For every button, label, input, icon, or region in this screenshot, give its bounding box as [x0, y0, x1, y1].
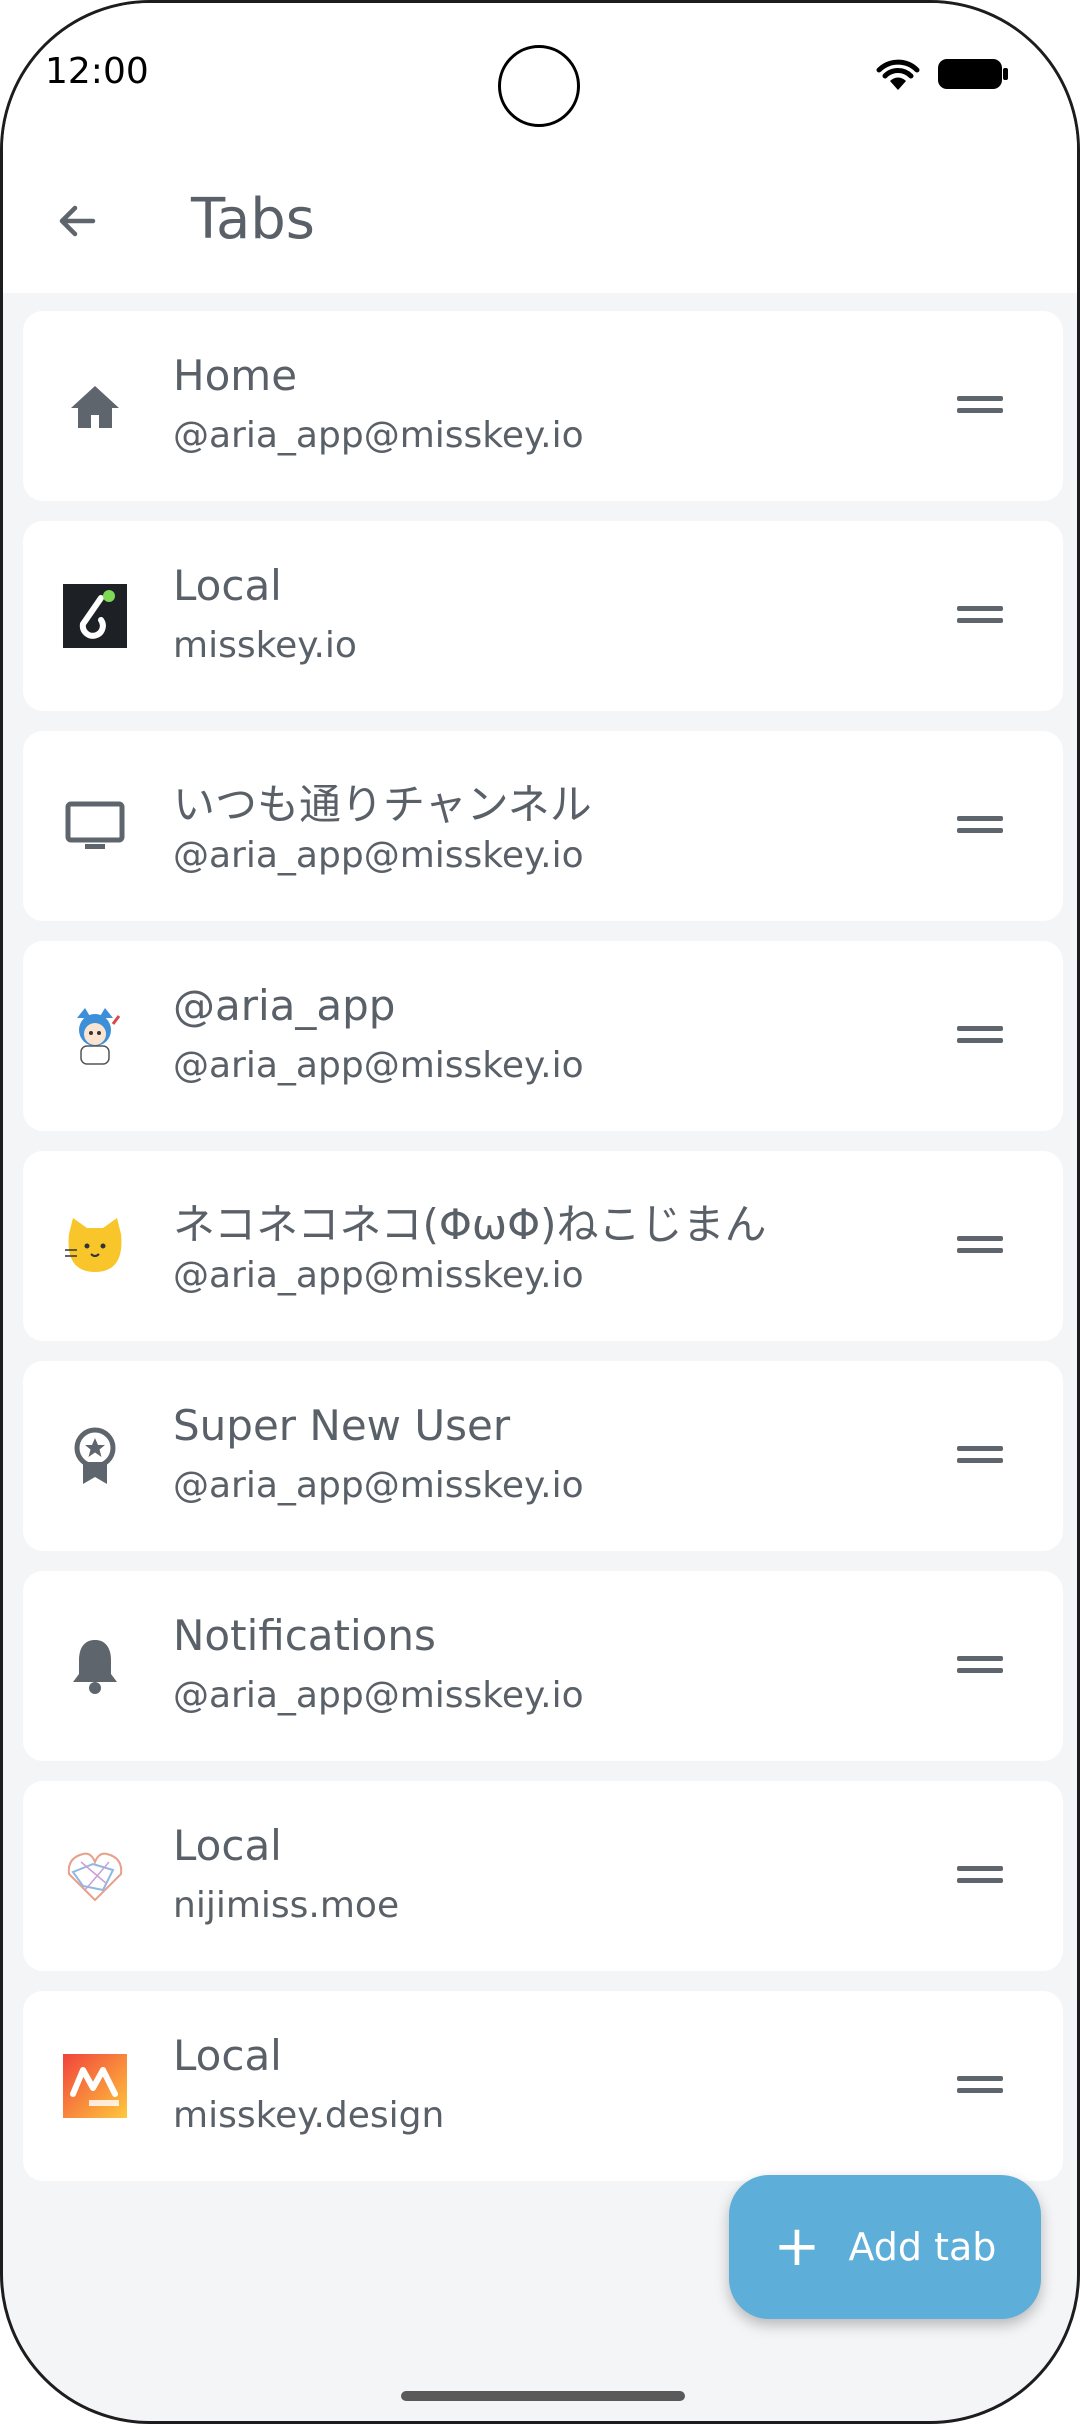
app-bar: Tabs	[3, 153, 1077, 293]
wifi-icon	[876, 59, 920, 90]
tab-item-title: Notifications	[173, 1611, 436, 1660]
drag-handle-icon[interactable]	[957, 1651, 1003, 1681]
nijimiss-logo	[63, 1844, 127, 1908]
tab-item-cat-channel[interactable]: ネコネコネコ(ΦωΦ)ねこじまん @aria_app@misskey.io	[23, 1151, 1063, 1341]
home-icon	[63, 374, 127, 438]
cat-icon	[63, 1214, 127, 1278]
page-title: Tabs	[191, 187, 315, 252]
tab-item-local-misskey-design[interactable]: Local misskey.design	[23, 1991, 1063, 2181]
tab-item-subtitle: @aria_app@misskey.io	[173, 415, 584, 456]
badge-icon	[63, 1424, 127, 1488]
tab-item-channel[interactable]: いつも通りチャンネル @aria_app@misskey.io	[23, 731, 1063, 921]
tab-item-subtitle: nijimiss.moe	[173, 1885, 400, 1926]
tab-item-title: Local	[173, 561, 282, 610]
tab-item-title: Super New User	[173, 1401, 511, 1450]
camera-cutout	[498, 45, 580, 127]
tab-item-subtitle: @aria_app@misskey.io	[173, 1045, 584, 1086]
tab-item-title: Home	[173, 351, 298, 400]
tab-item-title: Local	[173, 2031, 282, 2080]
tab-item-title: Local	[173, 1821, 282, 1870]
misskey-design-logo	[63, 2054, 127, 2118]
tab-item-subtitle: misskey.io	[173, 625, 357, 666]
tab-item-subtitle: @aria_app@misskey.io	[173, 1255, 584, 1296]
drag-handle-icon[interactable]	[957, 2071, 1003, 2101]
plus-icon: +	[773, 2214, 821, 2279]
tab-item-subtitle: @aria_app@misskey.io	[173, 835, 584, 876]
drag-handle-icon[interactable]	[957, 1861, 1003, 1891]
home-indicator[interactable]	[401, 2391, 685, 2401]
tab-item-notifications[interactable]: Notifications @aria_app@misskey.io	[23, 1571, 1063, 1761]
battery-icon	[938, 59, 1008, 89]
tab-item-super-new-user[interactable]: Super New User @aria_app@misskey.io	[23, 1361, 1063, 1551]
status-bar: 12:00	[3, 3, 1077, 153]
drag-handle-icon[interactable]	[957, 1231, 1003, 1261]
user-avatar	[63, 1004, 127, 1068]
back-button[interactable]	[39, 183, 115, 259]
drag-handle-icon[interactable]	[957, 1441, 1003, 1471]
tab-item-title: @aria_app	[173, 981, 396, 1030]
add-tab-button[interactable]: + Add tab	[729, 2175, 1041, 2319]
tab-item-user[interactable]: @aria_app @aria_app@misskey.io	[23, 941, 1063, 1131]
drag-handle-icon[interactable]	[957, 811, 1003, 841]
bell-icon	[63, 1634, 127, 1698]
drag-handle-icon[interactable]	[957, 601, 1003, 631]
tab-item-home[interactable]: Home @aria_app@misskey.io	[23, 311, 1063, 501]
tv-icon	[63, 794, 127, 858]
tab-list: Home @aria_app@misskey.io Local misskey.…	[23, 311, 1063, 2201]
tab-item-subtitle: @aria_app@misskey.io	[173, 1465, 584, 1506]
tab-item-title: ネコネコネコ(ΦωΦ)ねこじまん	[173, 1200, 767, 1249]
add-tab-label: Add tab	[848, 2225, 997, 2269]
tab-item-local-misskey-io[interactable]: Local misskey.io	[23, 521, 1063, 711]
drag-handle-icon[interactable]	[957, 1021, 1003, 1051]
tab-item-local-nijimiss[interactable]: Local nijimiss.moe	[23, 1781, 1063, 1971]
arrow-back-icon	[59, 205, 96, 237]
tab-item-subtitle: misskey.design	[173, 2095, 445, 2136]
phone-screen: 12:00 Tabs Home @aria_app@misskey.io Loc…	[0, 0, 1080, 2424]
tab-item-subtitle: @aria_app@misskey.io	[173, 1675, 584, 1716]
status-time: 12:00	[45, 51, 149, 92]
misskey-io-logo	[63, 584, 127, 648]
drag-handle-icon[interactable]	[957, 391, 1003, 421]
tab-item-title: いつも通りチャンネル	[173, 780, 592, 829]
